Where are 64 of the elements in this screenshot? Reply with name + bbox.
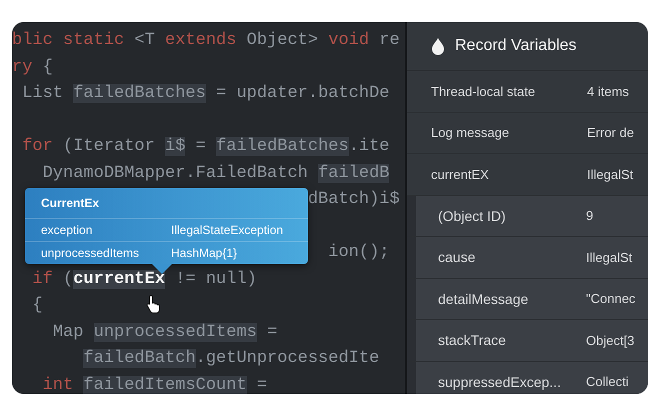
- code-keyword: for: [22, 137, 53, 156]
- code-variable: failedBatch: [83, 349, 196, 368]
- tooltip-variable-name: exception: [41, 223, 94, 237]
- variable-name: Thread-local state: [431, 84, 536, 99]
- code-text: Object>: [246, 31, 320, 50]
- code-text: != null): [175, 270, 257, 288]
- code-keyword: blic static: [12, 31, 126, 50]
- variable-name: detailMessage: [438, 290, 530, 307]
- variable-value: IllegalSt: [586, 250, 632, 265]
- variable-value: 4 items: [587, 84, 629, 99]
- code-text: List: [22, 84, 64, 103]
- code-text: (: [63, 270, 74, 288]
- code-text: =: [196, 137, 207, 156]
- code-text: re: [379, 31, 400, 50]
- code-keyword: extends: [165, 31, 236, 50]
- tooltip-variable-value: IllegalStateException: [171, 223, 284, 237]
- code-text: dBatch)i$: [308, 190, 400, 209]
- variable-value: Collecti: [586, 374, 629, 390]
- code-variable: failedItemsCount: [83, 376, 247, 394]
- code-keyword: if: [32, 270, 53, 288]
- code-variable: i$: [165, 137, 186, 156]
- variable-name: cause: [438, 249, 476, 266]
- variable-name: suppressedExcep...: [438, 374, 562, 390]
- variable-value: "Connec: [586, 291, 636, 306]
- tooltip-title: CurrentEx: [25, 188, 308, 219]
- variable-value: Object[3: [586, 332, 634, 348]
- code-text: (Iterator: [63, 137, 156, 156]
- code-keyword: ry: [12, 58, 32, 76]
- variable-value: Error de: [587, 125, 634, 140]
- code-variable: failedBatches: [216, 137, 349, 156]
- code-text: {: [32, 296, 43, 315]
- hand-pointer-icon: [146, 294, 162, 314]
- code-text: DynamoDBMapper.FailedBatch: [42, 164, 309, 182]
- panel-title: Record Variables: [455, 37, 577, 55]
- code-text: ion();: [328, 243, 390, 262]
- code-text: <T: [134, 31, 156, 50]
- code-variable: failedB: [318, 164, 390, 182]
- variable-row[interactable]: cause IllegalSt: [407, 237, 648, 278]
- variable-value: IllegalSt: [587, 166, 634, 182]
- tooltip-variable-name: unprocessedItems: [41, 246, 140, 260]
- code-variable: unprocessedItems: [94, 322, 257, 342]
- code-variable: failedBatches: [73, 84, 206, 103]
- variable-row[interactable]: (Object ID) 9: [407, 196, 648, 237]
- code-text: {: [42, 58, 53, 76]
- variable-row[interactable]: stackTrace Object[3: [407, 320, 648, 362]
- code-keyword: int: [42, 376, 74, 394]
- variable-value: 9: [586, 208, 594, 224]
- variable-row[interactable]: detailMessage "Connec: [407, 278, 648, 320]
- variable-name: stackTrace: [438, 332, 507, 348]
- code-text: Map: [52, 322, 84, 342]
- variable-row[interactable]: suppressedExcep... Collecti: [407, 362, 648, 394]
- drop-icon: [431, 37, 445, 55]
- variable-name: (Object ID): [438, 208, 507, 224]
- code-text: .getUnprocessedIte: [196, 349, 380, 368]
- code-text: .ite: [348, 137, 390, 156]
- code-text: =: [256, 376, 268, 394]
- variable-name: Log message: [431, 125, 510, 140]
- code-keyword: void: [328, 31, 370, 50]
- code-text: = updater.batchDe: [216, 84, 390, 103]
- tooltip-variable-value: HashMap{1}: [171, 246, 238, 260]
- variable-row[interactable]: Log message Error de: [407, 112, 648, 154]
- code-variable: currentEx: [73, 270, 166, 288]
- variable-name: currentEX: [431, 166, 490, 182]
- code-text: =: [267, 322, 278, 342]
